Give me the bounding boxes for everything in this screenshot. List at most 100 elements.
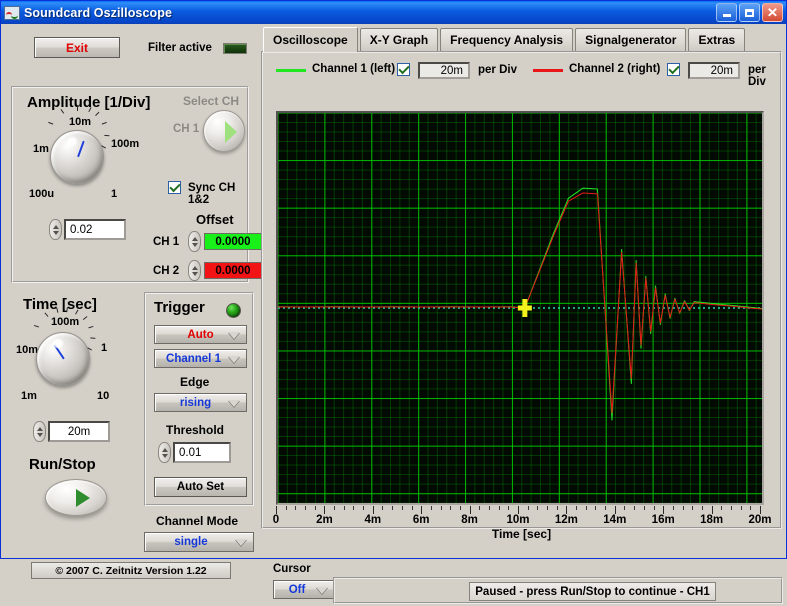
offset-ch2-input[interactable]: 0.0000 [204,262,262,279]
channel-mode-dropdown[interactable]: single [144,532,254,552]
x-axis-major-tick [663,506,665,514]
channel1-enable-checkbox[interactable] [397,63,410,76]
amplitude-knob-area: 1m 10m 100m 1 100u [29,106,145,208]
x-axis-minor-tick [634,506,636,510]
status-message: Paused - press Run/Stop to continue - CH… [469,582,716,601]
x-axis-minor-tick [295,506,297,510]
trigger-source-dropdown[interactable]: Channel 1 [154,349,247,368]
x-axis-minor-tick [479,506,481,510]
tab-frequency-analysis[interactable]: Frequency Analysis [440,28,574,51]
trigger-mode-value: Auto [187,328,214,341]
spinner-up-icon [191,265,198,270]
offset-ch2-spinner[interactable] [188,260,201,281]
x-axis-minor-tick [430,506,432,510]
time-knob-label-10m: 10m [16,344,39,356]
x-axis-tick-label: 10m [506,514,530,526]
spinner-down-icon [161,453,168,458]
amplitude-knob-label-10m: 10m [69,116,92,128]
trigger-threshold-spinbox[interactable]: 0.01 [158,442,231,463]
time-knob-label-1m: 1m [21,390,37,402]
x-axis-minor-tick [585,506,587,510]
oscilloscope-plot[interactable] [276,111,764,505]
tab-xy-graph[interactable]: X-Y Graph [359,28,439,51]
x-axis-tick-label: 18m [700,514,724,526]
x-axis-minor-tick [305,506,307,510]
trigger-led-icon [226,303,241,318]
trigger-mode-dropdown[interactable]: Auto [154,325,247,344]
x-axis-minor-tick [595,506,597,510]
channel2-per-div-label: per Div [748,64,766,88]
select-ch-knob[interactable] [203,110,245,152]
spinner-down-icon [36,432,43,437]
amplitude-value-input[interactable]: 0.02 [64,219,126,240]
channel2-per-div-input[interactable]: 20m [688,62,740,79]
close-icon: ✕ [766,5,779,20]
amplitude-spinner[interactable] [49,219,62,240]
trace-2 [278,192,762,414]
tab-extras[interactable]: Extras [688,28,746,51]
sync-channels-checkbox[interactable] [168,181,181,194]
time-group: Time [sec] 10m 100m 1 10 1m 20m [11,292,139,442]
time-value-input[interactable]: 20m [48,421,110,442]
amplitude-knob[interactable] [50,130,104,184]
time-knob[interactable] [36,332,90,386]
x-axis-minor-tick [353,506,355,510]
exit-button[interactable]: Exit [34,37,120,58]
chevron-down-icon [228,400,240,407]
trigger-threshold-input[interactable]: 0.01 [173,442,231,463]
x-axis-minor-tick [547,506,549,510]
time-knob-label-10: 10 [97,390,110,402]
channel2-label: Channel 2 (right) [569,63,661,75]
run-stop-label: Run/Stop [29,456,96,473]
tab-oscilloscope[interactable]: Oscilloscope [263,27,358,52]
minimize-icon [722,14,731,17]
chevron-down-icon [228,332,240,339]
x-axis-minor-tick [740,506,742,510]
x-axis-major-tick [421,506,423,514]
x-axis-major-tick [711,506,713,514]
select-ch-label: Select CH [183,94,240,108]
time-value-spinbox[interactable]: 20m [33,421,110,442]
auto-set-button[interactable]: Auto Set [154,477,247,497]
tab-bar: Oscilloscope X-Y Graph Frequency Analysi… [263,27,747,52]
x-axis-tick-label: 16m [651,514,675,526]
spinner-up-icon [191,236,198,241]
time-knob-label-100m: 100m [51,316,80,328]
close-button[interactable]: ✕ [762,3,783,22]
x-axis-tick-label: 6m [412,514,430,526]
filter-active-led[interactable] [223,43,247,54]
trigger-edge-dropdown[interactable]: rising [154,393,247,412]
x-axis-major-tick [324,506,326,514]
x-axis-major-tick [518,506,519,514]
spinner-up-icon [52,224,59,229]
amplitude-value-spinbox[interactable]: 0.02 [49,219,126,240]
channel2-enable-checkbox[interactable] [667,63,680,76]
app-icon [4,5,20,20]
maximize-button[interactable] [739,3,760,22]
trigger-marker[interactable] [517,299,532,317]
time-knob-label-1: 1 [101,342,108,354]
x-axis-tick-label: 20m [748,514,772,526]
amplitude-knob-label-100u: 100u [29,188,55,200]
offset-ch1-spinner[interactable] [188,231,201,252]
run-stop-button[interactable] [45,479,107,516]
cursor-dropdown[interactable]: Off [273,580,335,599]
x-axis: 0 2m 4m 6m 8m 10m 12m 14m 16m 18m 20m [272,506,772,528]
offset-ch1-input[interactable]: 0.0000 [204,233,262,250]
time-spinner[interactable] [33,421,46,442]
chevron-down-icon [235,539,247,546]
tab-signalgenerator[interactable]: Signalgenerator [575,28,687,51]
amplitude-knob-label-1: 1 [111,188,118,200]
sync-channels-label: Sync CH 1&2 [188,182,236,206]
minimize-button[interactable] [716,3,737,22]
channel1-per-div-input[interactable]: 20m [418,62,470,79]
channel2-color-swatch [533,69,563,72]
trigger-threshold-label: Threshold [166,423,225,437]
x-axis-minor-tick [401,506,403,510]
trigger-title: Trigger [154,299,205,316]
bottom-bar: Cursor Off Paused - press Run/Stop to co… [265,561,786,606]
offset-title: Offset [196,212,234,227]
amplitude-knob-pointer [77,140,85,158]
x-axis-tick-label: 0 [272,514,280,526]
threshold-spinner[interactable] [158,442,171,463]
